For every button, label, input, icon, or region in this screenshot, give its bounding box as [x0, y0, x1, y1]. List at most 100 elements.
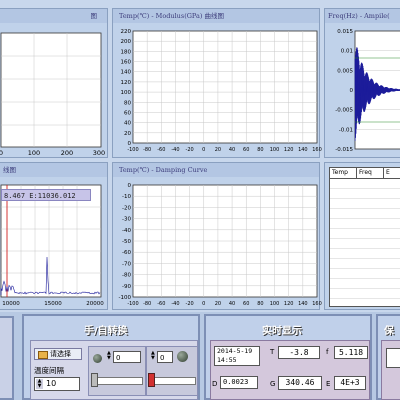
- x-tick-label: 0: [0, 149, 3, 157]
- interval-spinner-icon[interactable]: ▲ ▼: [36, 379, 43, 389]
- e-label: E: [326, 380, 330, 388]
- x-tick-label: -100: [127, 147, 138, 153]
- y-tick-label: -70: [122, 261, 131, 267]
- y-tick-label: -80: [122, 273, 131, 279]
- knob-group-1: ▲ ▼ 0: [88, 346, 146, 396]
- choose-button-label: 请选择: [50, 349, 71, 359]
- indicator-led-icon: [177, 351, 188, 362]
- x-tick-label: 300: [93, 149, 105, 157]
- slider-track[interactable]: [150, 377, 196, 385]
- y-tick-label: -40: [122, 228, 131, 234]
- data-table[interactable]: Temp Freq E: [329, 167, 400, 307]
- knob2-value-field: 0: [157, 351, 173, 363]
- x-tick-label: 160: [312, 301, 322, 307]
- spectrum-chart-panel: 线图 10000 15000 20000 8.467 E:11036.012: [0, 162, 108, 310]
- x-tick-label: 20: [215, 147, 221, 153]
- y-tick-label: 100: [121, 90, 132, 96]
- choose-button[interactable]: 请选择: [34, 348, 82, 360]
- x-tick-label: 80: [257, 301, 263, 307]
- x-tick-label: -20: [186, 147, 194, 153]
- x-tick-label: 40: [229, 147, 235, 153]
- save-panel: 保: [376, 314, 400, 400]
- x-tick-label: 20000: [86, 301, 104, 307]
- e-value: 4E+3: [334, 376, 366, 390]
- x-tick-label: 0: [202, 147, 205, 153]
- x-tick-label: 40: [229, 301, 235, 307]
- mode-switch-panel: 手/自转换 请选择 温度间隔 ▲ ▼ 10 ▲ ▼ 0 ▲ ▼ 0: [22, 314, 200, 400]
- plot-area: [133, 31, 317, 143]
- x-tick-label: 0: [202, 301, 205, 307]
- column-header-e: E: [384, 168, 400, 178]
- chart-top-left: 0 100 200 300: [0, 9, 109, 159]
- x-tick-label: 140: [298, 301, 308, 307]
- save-heading: 保: [384, 322, 394, 337]
- x-tick-label: 80: [257, 147, 263, 153]
- x-tick-label: 140: [298, 147, 308, 153]
- knob-group-2: ▲ ▼ 0: [146, 346, 198, 396]
- x-tick-label: -80: [143, 301, 151, 307]
- slider-thumb-icon[interactable]: [148, 373, 155, 387]
- x-tick-label: -40: [171, 147, 179, 153]
- x-tick-label: -40: [171, 301, 179, 307]
- y-tick-label: 0: [128, 183, 132, 189]
- y-tick-label: 160: [121, 60, 132, 66]
- realtime-panel: 实时显示 2014-5-19 14:55 T -3.8 f 5.118 D 0.…: [204, 314, 372, 400]
- y-tick-label: -60: [122, 250, 131, 256]
- x-tick-label: 200: [61, 149, 73, 157]
- knob1-value-field: 0: [113, 351, 141, 363]
- x-tick-label: 120: [284, 147, 294, 153]
- table-body: [330, 179, 400, 306]
- left-edge-panel: [0, 316, 14, 400]
- y-tick-label: -20: [122, 205, 131, 211]
- plot-area: [1, 185, 101, 297]
- interval-value: 10: [46, 378, 56, 390]
- slider-thumb-icon[interactable]: [91, 373, 98, 387]
- y-tick-label: -50: [122, 239, 131, 245]
- x-tick-label: 20: [215, 301, 221, 307]
- slider-track[interactable]: [93, 377, 143, 385]
- x-tick-label: -20: [186, 301, 194, 307]
- amplitude-chart: 0.0150.010.0050-0.005-0.01-0.015: [325, 9, 400, 159]
- y-tick-label: 180: [121, 49, 132, 55]
- amplitude-chart-panel: Freq(Hz) - Ampile( 0.015 0.01 0.005 0 -0.005…: [324, 8, 400, 158]
- g-label: G: [270, 380, 275, 388]
- t-value: -3.8: [278, 346, 320, 359]
- y-tick-label: 220: [121, 29, 132, 35]
- data-table-panel: Temp Freq E: [324, 162, 400, 310]
- y-tick-label: -30: [122, 217, 131, 223]
- realtime-heading: 实时显示: [262, 322, 302, 337]
- damping-chart-panel: Temp(℃) - Damping Curve 0 -10 -20 -30 -40 -50…: [112, 162, 320, 310]
- modulus-chart: 220200180160140120100806040200-100 -80 -60…: [113, 9, 321, 159]
- g-value: 340.46: [278, 376, 322, 390]
- stepper-arrows-icon[interactable]: ▲ ▼: [107, 351, 111, 361]
- x-tick-label: 160: [312, 147, 322, 153]
- cursor-readout: 8.467 E:11036.012: [1, 189, 91, 201]
- choose-led-icon: [38, 351, 48, 359]
- y-tick-label: 140: [121, 70, 132, 76]
- y-tick-label: 0.005: [337, 68, 353, 74]
- x-tick-label: 100: [270, 147, 280, 153]
- x-tick-label: 10000: [2, 301, 20, 307]
- x-tick-label: 100: [270, 301, 280, 307]
- modulus-chart-panel: Temp(℃) - Modulus(GPa) 曲线图 220 200 180 160 1…: [112, 8, 320, 158]
- d-label: D: [212, 380, 217, 388]
- t-label: T: [270, 348, 274, 356]
- interval-input[interactable]: ▲ ▼ 10: [34, 377, 80, 391]
- x-tick-label: -60: [157, 147, 165, 153]
- x-tick-label: 60: [243, 147, 249, 153]
- d-value: 0.0023: [220, 376, 258, 389]
- x-tick-label: -100: [127, 301, 138, 307]
- x-tick-label: 15000: [44, 301, 62, 307]
- y-tick-label: 40: [124, 121, 131, 127]
- damping-chart: 0-10-20-30-40-50-60-70-80-90-100-100 -80-…: [113, 163, 321, 311]
- y-tick-label: -0.015: [335, 147, 353, 153]
- stepper-arrows-icon[interactable]: ▲ ▼: [151, 351, 155, 361]
- spectrum-chart: 10000 15000 20000: [0, 163, 109, 311]
- y-tick-label: 120: [121, 80, 132, 86]
- y-tick-label: 80: [124, 100, 131, 106]
- y-tick-label: 200: [121, 39, 132, 45]
- x-tick-label: -80: [143, 147, 151, 153]
- save-field: [386, 348, 400, 368]
- mode-switch-heading: 手/自转换: [84, 322, 128, 337]
- column-header-temp: Temp: [330, 168, 357, 178]
